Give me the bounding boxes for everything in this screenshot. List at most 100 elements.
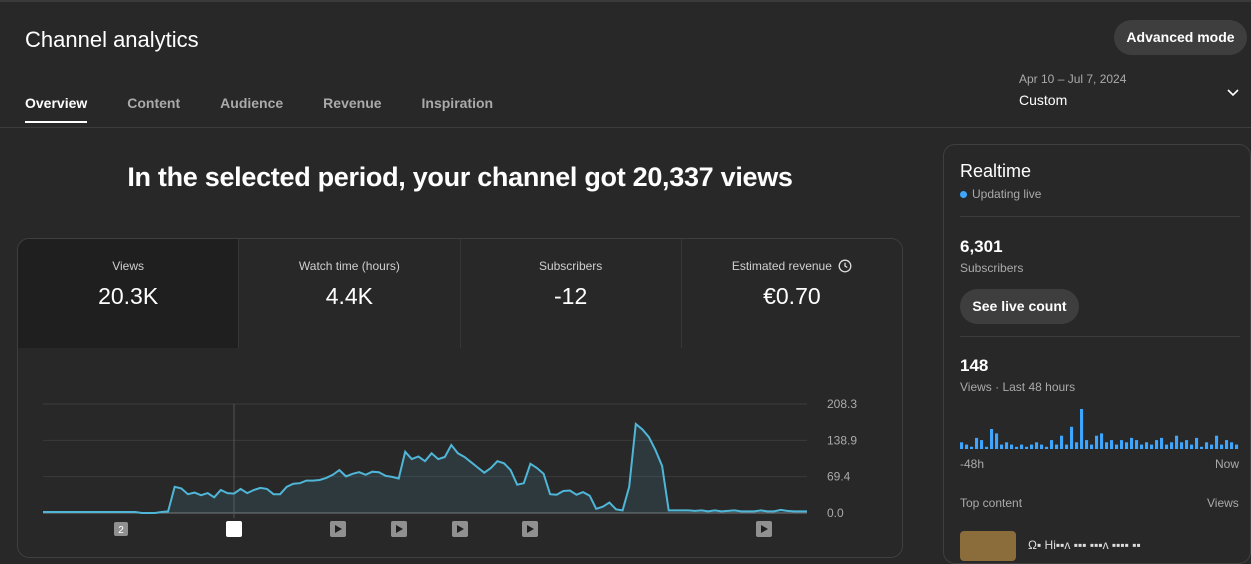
- clock-icon[interactable]: [838, 259, 852, 273]
- realtime-bar: [1185, 440, 1189, 449]
- video-marker-icon[interactable]: [330, 521, 346, 537]
- realtime-bar: [1030, 444, 1034, 449]
- page-title: Channel analytics: [25, 27, 199, 52]
- realtime-bar: [1025, 446, 1029, 449]
- realtime-bar: [1010, 444, 1014, 449]
- y-tick-label: 69.4: [827, 470, 851, 484]
- realtime-bar: [1115, 444, 1119, 449]
- metric-label: Subscribers: [538, 259, 603, 273]
- realtime-bar: [1105, 442, 1109, 449]
- realtime-bar: [1035, 442, 1039, 449]
- realtime-bar: [1045, 446, 1049, 449]
- metric-label-wrap: Estimated revenue: [732, 259, 852, 273]
- realtime-bar: [1055, 444, 1059, 449]
- video-marker-icon[interactable]: [391, 521, 407, 537]
- axis-end-label: Now: [1215, 457, 1240, 471]
- top-content-metric: Views: [1207, 496, 1239, 510]
- realtime-bar: [965, 444, 969, 449]
- realtime-bar: [1215, 435, 1219, 449]
- divider: [960, 216, 1240, 217]
- realtime-bar: [1235, 444, 1239, 449]
- realtime-bar: [1135, 440, 1139, 449]
- realtime-bar: [1065, 444, 1069, 449]
- realtime-bar: [1140, 444, 1144, 449]
- y-tick-label: 0.0: [827, 506, 844, 520]
- subscriber-label: Subscribers: [960, 261, 1024, 275]
- tab-bar: Overview Content Audience Revenue Inspir…: [25, 95, 533, 123]
- views-label: Views · Last 48 hours: [960, 380, 1076, 394]
- live-dot-icon: [960, 190, 967, 198]
- axis-start-label: -48h: [960, 457, 985, 471]
- subscriber-count: 6,301: [960, 237, 1003, 256]
- metric-revenue[interactable]: Estimated revenue €0.70: [681, 239, 902, 348]
- video-marker-icon[interactable]: [452, 521, 468, 537]
- live-status-label: Updating live: [972, 187, 1042, 201]
- realtime-bar: [1005, 442, 1009, 449]
- area-fill: [43, 424, 807, 513]
- realtime-bar: [1015, 446, 1019, 449]
- realtime-bar: [1230, 442, 1234, 449]
- realtime-title: Realtime: [960, 161, 1032, 181]
- realtime-bar: [1210, 444, 1214, 449]
- realtime-bar: [1225, 440, 1229, 449]
- date-range-picker[interactable]: Apr 10 – Jul 7, 2024 Custom: [1019, 72, 1126, 108]
- tab-revenue[interactable]: Revenue: [323, 95, 381, 123]
- realtime-bar: [1060, 435, 1064, 449]
- top-border: [0, 0, 1251, 2]
- tab-content[interactable]: Content: [127, 95, 180, 123]
- tab-inspiration[interactable]: Inspiration: [422, 95, 494, 123]
- realtime-bar: [985, 446, 989, 449]
- selected-marker[interactable]: [226, 521, 242, 537]
- realtime-bar: [1125, 442, 1129, 449]
- advanced-mode-button[interactable]: Advanced mode: [1114, 20, 1247, 55]
- realtime-bar: [1075, 442, 1079, 449]
- divider: [960, 336, 1240, 337]
- video-title[interactable]: Ω▪ Hi▪▪ʌ ▪▪▪ ▪▪▪ʌ ▪▪▪▪ ▪▪: [1028, 538, 1248, 552]
- realtime-bar: [995, 433, 999, 449]
- date-range-dates: Apr 10 – Jul 7, 2024: [1019, 72, 1127, 86]
- summary-headline: In the selected period, your channel got…: [127, 162, 793, 192]
- metric-watch-time[interactable]: Watch time (hours) 4.4K: [239, 239, 461, 348]
- metric-value: -12: [554, 283, 588, 309]
- realtime-bar: [1190, 444, 1194, 449]
- metric-subscribers[interactable]: Subscribers -12: [460, 239, 682, 348]
- realtime-bar: [1175, 435, 1179, 449]
- realtime-bar: [1090, 444, 1094, 449]
- realtime-bar: [1160, 437, 1164, 449]
- realtime-bar: [1145, 442, 1149, 449]
- realtime-bar: [1170, 442, 1174, 449]
- realtime-bar: [1020, 444, 1024, 449]
- realtime-bar: [1120, 440, 1124, 449]
- realtime-bar: [1000, 444, 1004, 449]
- metric-views[interactable]: Views 20.3K: [18, 239, 240, 348]
- realtime-bar: [1165, 444, 1169, 449]
- y-tick-label: 208.3: [827, 397, 857, 411]
- metric-tabs: Views 20.3K Watch time (hours) 4.4K Subs…: [18, 239, 902, 348]
- realtime-bar: [1180, 442, 1184, 449]
- realtime-bar: [1110, 440, 1114, 449]
- realtime-bar: [960, 442, 964, 449]
- metric-value: 20.3K: [98, 283, 159, 309]
- realtime-bar: [975, 437, 979, 449]
- realtime-bar: [1095, 435, 1099, 449]
- realtime-bar: [1195, 437, 1199, 449]
- realtime-bar: [1040, 444, 1044, 449]
- video-marker-icon[interactable]: [522, 521, 538, 537]
- video-thumbnail[interactable]: [960, 531, 1016, 561]
- live-status: Updating live: [960, 187, 1041, 201]
- chevron-down-icon[interactable]: [1225, 84, 1241, 100]
- overview-card: Views 20.3K Watch time (hours) 4.4K Subs…: [17, 238, 903, 558]
- realtime-bar: [1050, 440, 1054, 449]
- metric-label: Estimated revenue: [731, 259, 832, 273]
- realtime-bar: [1205, 442, 1209, 449]
- video-marker-icon[interactable]: [756, 521, 772, 537]
- tab-overview[interactable]: Overview: [25, 95, 88, 123]
- realtime-panel: Realtime Updating live 6,301 Subscribers…: [943, 144, 1251, 564]
- views-count: 148: [960, 356, 989, 375]
- realtime-bar: [1150, 444, 1154, 449]
- badge-marker[interactable]: 2: [114, 522, 128, 536]
- realtime-bar: [1080, 409, 1084, 449]
- realtime-bar: [990, 429, 994, 449]
- see-live-count-button[interactable]: See live count: [960, 289, 1079, 324]
- tab-audience[interactable]: Audience: [220, 95, 283, 123]
